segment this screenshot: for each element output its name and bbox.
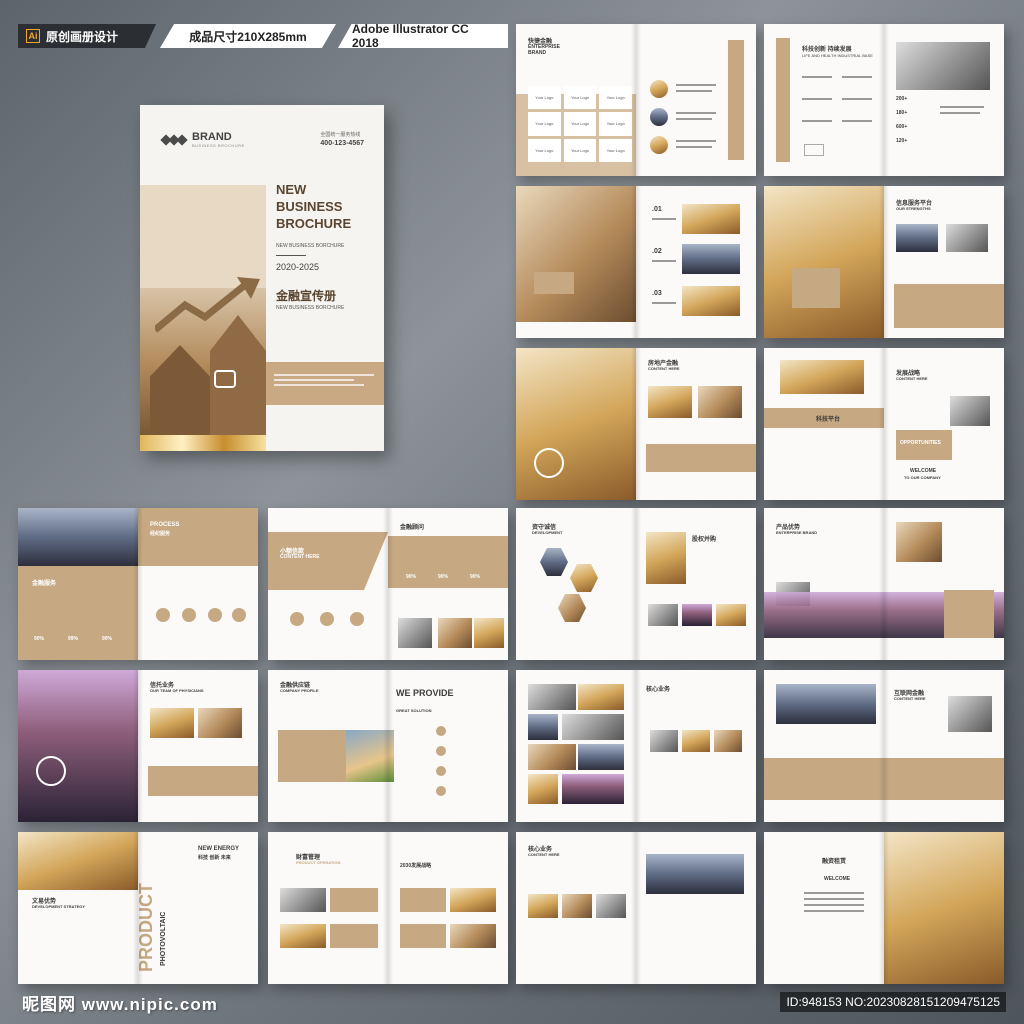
- footer: 昵图网 www.nipic.com ID:948153 NO:202308281…: [0, 984, 1024, 1024]
- hotline: 全国统一服务热线 400-123-4567: [320, 131, 364, 147]
- cover-subtitle-2: NEW BUSINESS BORCHURE: [276, 305, 345, 311]
- spread-supply-chain: 金融供应链 COMPANY PROFILE WE PROVIDE GREAT S…: [268, 670, 508, 822]
- cover-cn-title: 金融宣传册: [276, 289, 337, 303]
- logo-cell: Your Logo: [563, 112, 597, 136]
- spread-info-platform: 信息服务平台 OUR STRENGTHS: [764, 186, 1004, 338]
- image-id: ID:948153 NO:20230828151209475125: [780, 992, 1006, 1012]
- logo-cell: Your Logo: [599, 138, 632, 162]
- cover-light-band: [140, 185, 266, 288]
- spread-financial-leasing: 融资租赁 WELCOME: [764, 832, 1004, 984]
- cover-subtitle: NEW BUSINESS BORCHURE: [276, 243, 345, 249]
- banner-tag-design: Ai 原创画册设计: [18, 24, 156, 48]
- logo-cell: Your Logo: [528, 112, 561, 136]
- brand-name: BRAND: [192, 131, 232, 143]
- logo-cell: Your Logo: [528, 86, 561, 110]
- logo-cell: Your Logo: [563, 86, 597, 110]
- gold-coins-strip: [140, 435, 266, 451]
- watermark: 昵图网 www.nipic.com: [22, 995, 218, 1014]
- cover-body-lines: [274, 371, 374, 389]
- hotline-number: 400-123-4567: [320, 140, 364, 147]
- spread-core-business-2: 核心业务 CONTENT HERE: [516, 832, 756, 984]
- cover-title: NEW BUSINESS BROCHURE: [276, 182, 352, 231]
- logo-cell: Your Logo: [528, 138, 561, 162]
- banner-tag-size: 成品尺寸210X285mm: [160, 24, 336, 48]
- rising-arrow-icon: [155, 277, 260, 333]
- spread-wealth-management: 财富管理 PRODUCT OPERATION 2030发展战略: [268, 832, 508, 984]
- banner-label-design: 原创画册设计: [46, 29, 119, 44]
- brand-mark-icon: [160, 131, 188, 149]
- spread-real-estate: 房地产金融 CONTENT HERE: [516, 348, 756, 500]
- logo-cell: Your Logo: [599, 86, 632, 110]
- spread-integrity: 资守诚信 DEVELOPMENT 股权并购: [516, 508, 756, 660]
- logo-cell: Your Logo: [599, 112, 632, 136]
- logo-cell: Your Logo: [563, 138, 597, 162]
- spread-trust-business: 信托业务 OUR TEAM OF PHYSICIANS: [18, 670, 258, 822]
- spread-core-business-1: 核心业务: [516, 670, 756, 822]
- illustrator-icon: Ai: [26, 29, 40, 43]
- spread-new-energy: 文易优势 DEVELOPMENT STRATEGY NEW ENERGY 科技 …: [18, 832, 258, 984]
- spread-product-advantage: 产品优势 ENTERPRISE BRAND: [764, 508, 1004, 660]
- spread-strategy: 科技平台 发展战略 CONTENT HERE OPPORTUNITIES WEL…: [764, 348, 1004, 500]
- brochure-cover: BRAND BUSINESS BROCHURE 全国统一服务热线 400-123…: [140, 105, 384, 451]
- spread-tech-innovation: 科技创新 持续发展 LIFE AND HEALTH INDUSTRIAL BAS…: [764, 24, 1004, 176]
- divider: [276, 255, 306, 256]
- spread-internet-finance: 互联网金融 CONTENT HERE: [764, 670, 1004, 822]
- chat-icon: [214, 370, 236, 388]
- cover-years: 2020-2025: [276, 262, 320, 272]
- spread-enterprise-brand: 快捷金融 ENTERPRISE BRAND Your Logo Your Log…: [516, 24, 756, 176]
- brand-logo: BRAND BUSINESS BROCHURE: [160, 131, 245, 149]
- spread-micro-loan: 小额信款 CONTENT HERE 金融顾问 90% 90% 90%: [268, 508, 508, 660]
- spread-steps: .01 .02 .03: [516, 186, 756, 338]
- spread-process: PROCESS 经纪服务 金融服务 90% 99% 90%: [18, 508, 258, 660]
- hotline-label: 全国统一服务热线: [320, 132, 361, 138]
- banner-tag-software: Adobe Illustrator CC 2018: [338, 24, 508, 48]
- brand-subtitle: BUSINESS BROCHURE: [192, 143, 245, 148]
